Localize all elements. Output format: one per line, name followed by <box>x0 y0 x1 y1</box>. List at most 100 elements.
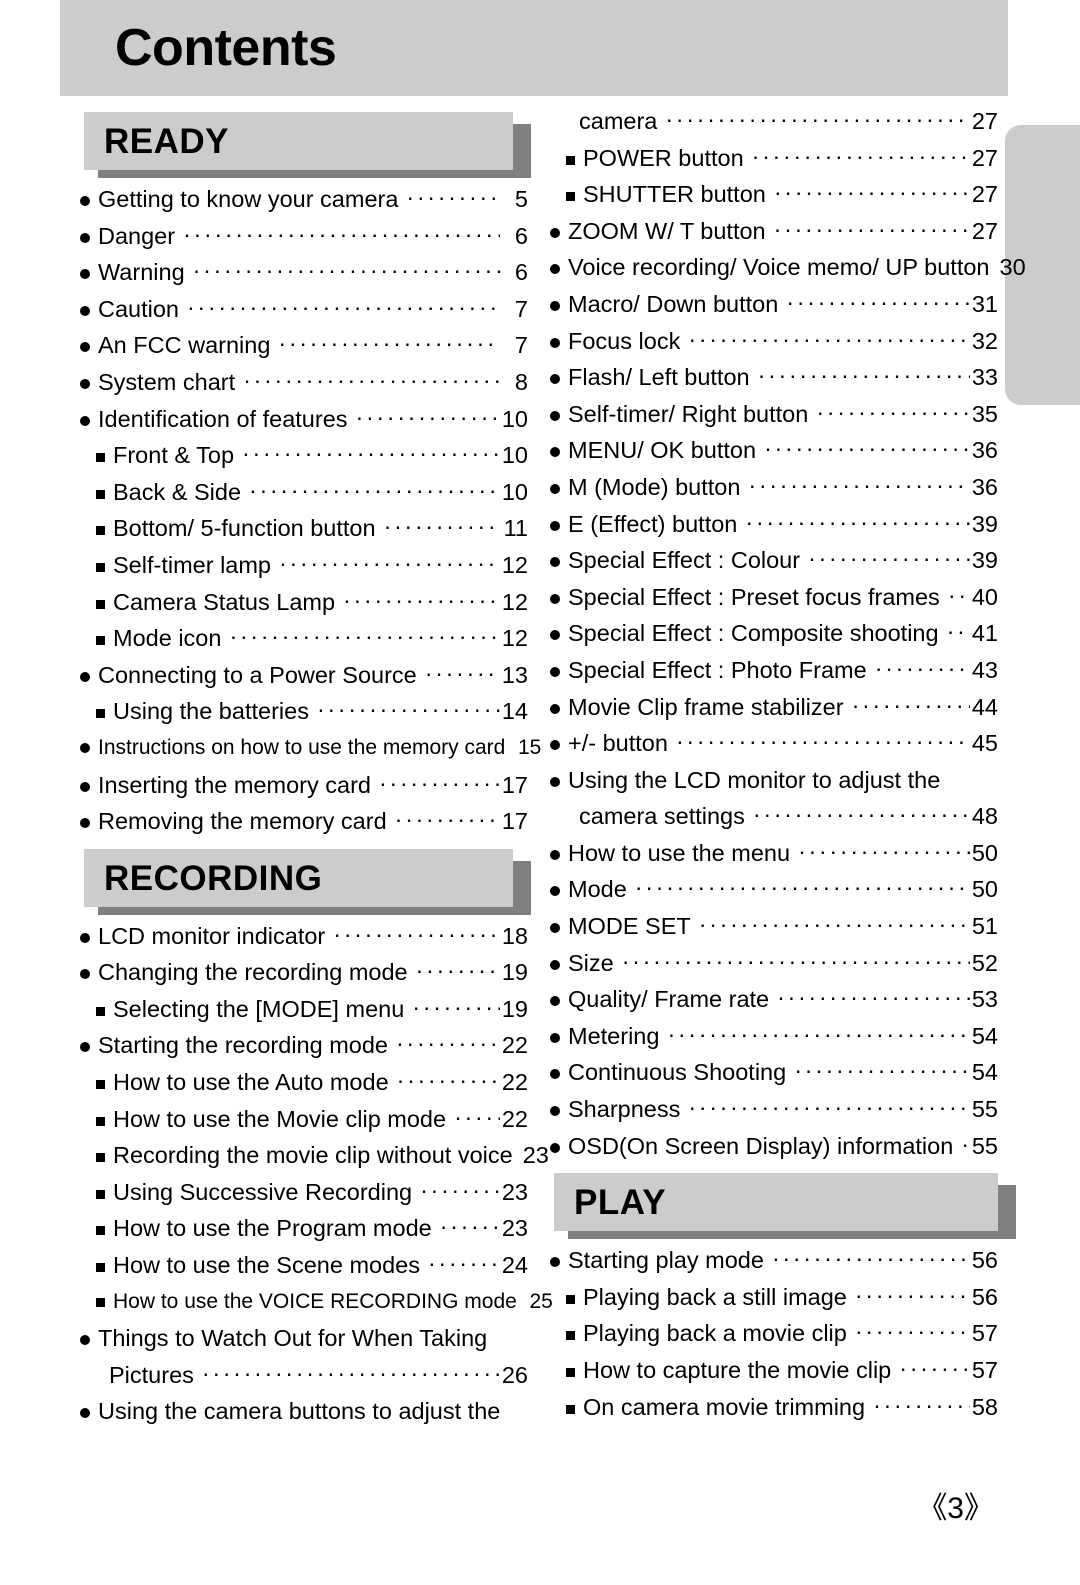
toc-page-number: 58 <box>971 1393 998 1420</box>
toc-entry[interactable]: Connecting to a Power Source ············… <box>80 662 528 701</box>
toc-entry[interactable]: camera ··································… <box>550 108 998 147</box>
toc-entry[interactable]: Movie Clip frame stabilizer ·············… <box>550 694 998 733</box>
toc-entry[interactable]: E (Effect) button ·······················… <box>550 510 998 550</box>
toc-entry-label: SHUTTER button <box>583 181 766 208</box>
toc-entry[interactable]: Danger ··································… <box>80 223 528 262</box>
toc-entry[interactable]: Using the batteries ·····················… <box>80 698 528 737</box>
toc-entry[interactable]: Bottom/ 5-function button ···············… <box>80 515 528 554</box>
toc-entry[interactable]: Removing the memory card ················… <box>80 808 528 847</box>
toc-leader-dots: ········································… <box>665 108 969 132</box>
toc-entry[interactable]: How to use the Movie clip mode ··········… <box>80 1105 528 1145</box>
toc-entry[interactable]: Using Successive Recording ··············… <box>80 1178 528 1218</box>
toc-entry[interactable]: Playing back a still image ··············… <box>550 1284 998 1323</box>
toc-page-number: 15 <box>518 735 542 759</box>
toc-entry[interactable]: System chart ····························… <box>80 368 528 408</box>
toc-entry[interactable]: ZOOM W/ T button ························… <box>550 218 998 257</box>
toc-entry[interactable]: Selecting the [MODE] menu ···············… <box>80 996 528 1035</box>
toc-entry[interactable]: Size ····································… <box>550 949 998 989</box>
toc-entry[interactable]: Camera Status Lamp ······················… <box>80 589 528 628</box>
toc-entry[interactable]: Starting the recording mode ·············… <box>80 1032 528 1071</box>
toc-entry-label: System chart <box>98 368 236 395</box>
toc-entry[interactable]: MODE SET ································… <box>550 913 998 952</box>
toc-entry[interactable]: +/- button ······························… <box>550 730 998 769</box>
toc-entry-label: Warning <box>98 259 185 286</box>
toc-entry-label: Macro/ Down button <box>568 290 779 317</box>
toc-entry[interactable]: Inserting the memory card ···············… <box>80 772 528 811</box>
toc-entry-label: Self-timer lamp <box>113 551 272 578</box>
toc-entry[interactable]: Playing back a movie clip ···············… <box>550 1320 998 1359</box>
toc-entry[interactable]: Getting to know your camera ·············… <box>80 186 528 225</box>
toc-entry-label: Continuous Shooting <box>568 1059 787 1086</box>
toc-page-number: 30 <box>999 254 1026 281</box>
toc-entry[interactable]: MENU/ OK button ·························… <box>550 437 998 476</box>
toc-entry[interactable]: Things to Watch Out for When Taking·····… <box>80 1327 528 1364</box>
toc-entry[interactable]: Front & Top ·····························… <box>80 442 528 481</box>
toc-page-number: 36 <box>971 473 998 500</box>
toc-page-number: 23 <box>501 1178 528 1205</box>
toc-entry[interactable]: Caution ·································… <box>80 295 528 335</box>
toc-entry[interactable]: Macro/ Down button ······················… <box>550 290 998 330</box>
toc-entry[interactable]: How to capture the movie clip ···········… <box>550 1357 998 1396</box>
toc-page-number: 35 <box>971 400 998 427</box>
toc-entry[interactable]: Sharpness ·······························… <box>550 1096 998 1135</box>
toc-entry[interactable]: How to use the Program mode ·············… <box>80 1215 528 1254</box>
toc-leader-dots: ········································… <box>771 1247 970 1271</box>
toc-page-number: 10 <box>501 478 528 505</box>
toc-entry[interactable]: Using the LCD monitor to adjust the·····… <box>550 768 998 806</box>
toc-entry[interactable]: How to use the Auto mode ················… <box>80 1069 528 1108</box>
toc-entry[interactable]: Special Effect : Preset focus frames ····… <box>550 583 998 623</box>
toc-page-number: 27 <box>971 108 998 134</box>
toc-leader-dots: ········································… <box>621 949 970 974</box>
toc-entry[interactable]: Using the camera buttons to adjust the··… <box>80 1400 528 1437</box>
toc-entry[interactable]: Instructions on how to use the memory ca… <box>80 737 541 774</box>
toc-entry[interactable]: An FCC warning ··························… <box>80 332 528 371</box>
toc-entry[interactable]: Identification of features ··············… <box>80 405 528 445</box>
toc-leader-dots: ········································… <box>383 515 500 539</box>
toc-entry[interactable]: How to use the Scene modes ··············… <box>80 1252 528 1291</box>
toc-entry-label: E (Effect) button <box>568 510 738 537</box>
toc-entry[interactable]: Continuous Shooting ·····················… <box>550 1059 998 1098</box>
toc-leader-dots: ········································… <box>688 327 970 352</box>
toc-entry[interactable]: Special Effect : Composite shooting ·····… <box>550 620 998 659</box>
toc-leader-dots: ········································… <box>415 959 500 983</box>
toc-entry[interactable]: Special Effect : Colour ·················… <box>550 547 998 586</box>
toc-entry[interactable]: LCD monitor indicator ···················… <box>80 923 528 962</box>
toc-entry[interactable]: Back & Side ·····························… <box>80 478 528 518</box>
toc-entry[interactable]: POWER button ····························… <box>550 145 998 184</box>
toc-entry[interactable]: How to use the menu ·····················… <box>550 840 998 879</box>
toc-entry[interactable]: Self-timer/ Right button ················… <box>550 400 998 440</box>
toc-entry[interactable]: Starting play mode ······················… <box>550 1247 998 1286</box>
toc-page-number: 8 <box>514 368 528 395</box>
toc-entry[interactable]: Mode ····································… <box>550 876 998 915</box>
toc-leader-dots: ········································… <box>698 913 970 937</box>
toc-entry[interactable]: camera settings ·························… <box>550 803 998 842</box>
toc-entry[interactable]: SHUTTER button ··························… <box>550 181 998 220</box>
toc-entry[interactable]: Self-timer lamp ·························… <box>80 551 528 591</box>
toc-entry[interactable]: Flash/ Left button ······················… <box>550 364 998 403</box>
toc-entry-label: How to use the Movie clip mode <box>113 1105 447 1132</box>
toc-page-number: 55 <box>971 1096 998 1123</box>
toc-entry-label: Back & Side <box>113 478 242 505</box>
toc-entry[interactable]: Quality/ Frame rate ·····················… <box>550 986 998 1025</box>
toc-page-number: 17 <box>501 808 528 835</box>
toc-entry[interactable]: M (Mode) button ·························… <box>550 473 998 513</box>
toc-page-number: 10 <box>501 405 528 432</box>
toc-entry[interactable]: Warning ·································… <box>80 259 528 298</box>
toc-leader-dots: ········································… <box>675 730 970 754</box>
toc-entry[interactable]: Voice recording/ Voice memo/ UP button··… <box>550 256 1026 293</box>
toc-entry[interactable]: On camera movie trimming ················… <box>550 1393 998 1433</box>
toc-entry-label: How to capture the movie clip <box>583 1357 892 1383</box>
toc-leader-dots: ········································… <box>947 583 970 608</box>
toc-entry[interactable]: OSD(On Screen Display) information ······… <box>550 1133 998 1172</box>
toc-entry-label: MODE SET <box>568 913 691 940</box>
toc-entry[interactable]: Metering ································… <box>550 1023 998 1062</box>
toc-entry[interactable]: Focus lock ······························… <box>550 327 998 367</box>
toc-entry[interactable]: Mode icon ·······························… <box>80 625 528 664</box>
toc-entry[interactable]: Pictures ································… <box>80 1362 528 1401</box>
toc-entry[interactable]: Recording the movie clip without voice··… <box>80 1144 549 1181</box>
toc-entry[interactable]: How to use the VOICE RECORDING mode·····… <box>80 1291 553 1328</box>
toc-leader-dots: ········································… <box>187 295 500 320</box>
toc-entry[interactable]: Changing the recording mode ·············… <box>80 959 528 998</box>
toc-entry[interactable]: Special Effect : Photo Frame ············… <box>550 657 998 696</box>
toc-leader-dots: ········································… <box>961 1133 970 1157</box>
